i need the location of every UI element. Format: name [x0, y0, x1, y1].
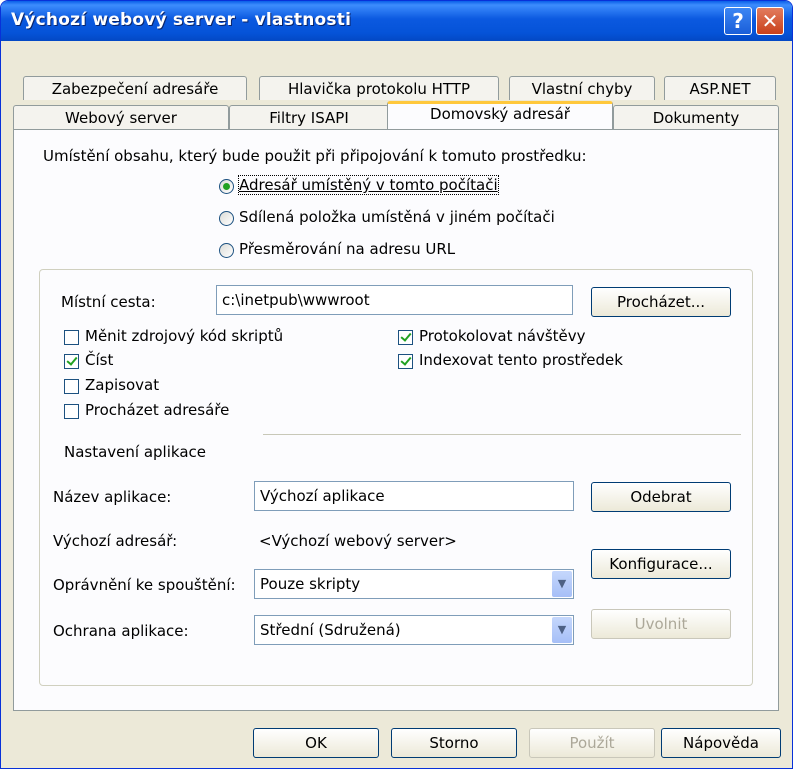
protection-select[interactable]: Střední (Sdružená) ▼	[254, 615, 574, 645]
app-name-input[interactable]: Výchozí aplikace	[254, 481, 574, 511]
start-dir-label: Výchozí adresář:	[53, 532, 178, 550]
radio-network-share-label[interactable]: Sdílená položka umístěná v jiném počítač…	[239, 208, 555, 226]
read-label[interactable]: Číst	[85, 351, 113, 369]
radio-redirect-url-label[interactable]: Přesměrování na adresu URL	[239, 240, 455, 258]
exec-perm-value: Pouze skripty	[260, 575, 361, 593]
write-checkbox[interactable]	[64, 379, 79, 394]
start-dir-value: <Výchozí webový server>	[259, 532, 457, 550]
script-source-label[interactable]: Měnit zdrojový kód skriptů	[85, 327, 283, 345]
radio-network-share[interactable]	[219, 211, 234, 226]
chevron-down-icon[interactable]: ▼	[552, 571, 572, 597]
index-checkbox[interactable]	[398, 354, 413, 369]
app-name-label: Název aplikace:	[53, 488, 172, 506]
chevron-down-icon[interactable]: ▼	[552, 617, 572, 643]
local-path-input[interactable]: c:\inetpub\wwwroot	[216, 285, 573, 315]
remove-button[interactable]: Odebrat	[591, 482, 731, 512]
local-path-label: Místní cesta:	[61, 293, 156, 311]
log-visits-checkbox[interactable]	[398, 330, 413, 345]
protection-label: Ochrana aplikace:	[53, 622, 189, 640]
browse-button[interactable]: Procházet...	[591, 287, 731, 317]
content-location-prompt: Umístění obsahu, který bude použit při p…	[43, 147, 587, 165]
app-settings-heading: Nastavení aplikace	[64, 443, 206, 461]
browse-dir-label[interactable]: Procházet adresáře	[85, 401, 229, 419]
properties-dialog: Výchozí webový server - vlastnosti ? ✕ Z…	[0, 0, 793, 769]
unload-button[interactable]: Uvolnit	[591, 609, 731, 639]
script-source-checkbox[interactable]	[64, 330, 79, 345]
write-label[interactable]: Zapisovat	[85, 376, 159, 394]
panel-content: Umístění obsahu, který bude použit při p…	[1, 1, 792, 768]
separator	[263, 434, 741, 435]
radio-local-directory-label[interactable]: Adresář umístěný v tomto počítači	[238, 175, 499, 195]
configure-button[interactable]: Konfigurace...	[591, 549, 731, 579]
exec-perm-label: Oprávnění ke spouštění:	[53, 576, 236, 594]
browse-dir-checkbox[interactable]	[64, 404, 79, 419]
exec-perm-select[interactable]: Pouze skripty ▼	[254, 569, 574, 599]
read-checkbox[interactable]	[64, 354, 79, 369]
radio-redirect-url[interactable]	[219, 243, 234, 258]
index-label[interactable]: Indexovat tento prostředek	[419, 351, 623, 369]
protection-value: Střední (Sdružená)	[260, 621, 401, 639]
log-visits-label[interactable]: Protokolovat návštěvy	[419, 327, 586, 345]
radio-local-directory[interactable]	[219, 179, 234, 194]
